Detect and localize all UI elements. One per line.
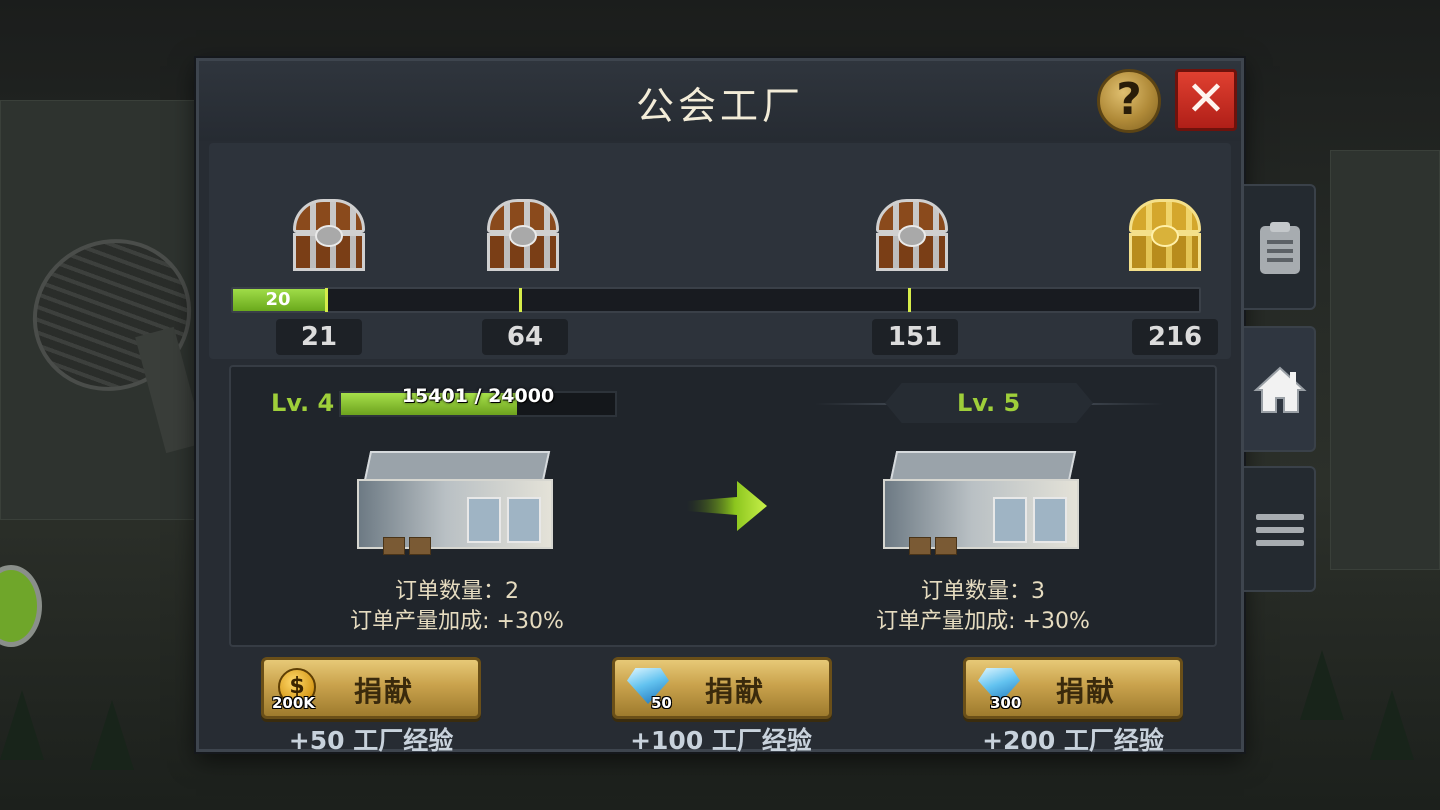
milestone-threshold: 64 (482, 319, 568, 355)
milestone-marker (325, 288, 328, 312)
reward-chest-silver[interactable] (289, 199, 369, 273)
factory-door (1033, 497, 1067, 543)
upgrade-arrow-icon (687, 481, 767, 531)
reward-progress-bar: 20 (231, 287, 1201, 313)
current-order-count: 订单数量：2 (395, 579, 519, 604)
background-tree (90, 700, 134, 770)
factory-crate (909, 537, 931, 555)
menu-icon (1256, 514, 1304, 546)
donate-gold-button[interactable]: $ 200K 捐献 (261, 657, 481, 719)
factory-door (993, 497, 1027, 543)
donate-exp-reward: +50 工厂经验 (288, 726, 454, 755)
title-bar: 公会工厂 ? ✕ (199, 61, 1241, 141)
factory-exp-bar: 15401 / 24000 (339, 385, 617, 417)
factory-roof (363, 451, 551, 481)
home-icon (1253, 366, 1307, 413)
donate-cost: 300 (990, 694, 1022, 712)
factory-building-current (357, 451, 557, 561)
help-button[interactable]: ? (1097, 69, 1161, 133)
tab-home[interactable] (1244, 326, 1316, 452)
donate-exp-reward: +100 工厂经验 (630, 726, 812, 755)
guild-factory-dialog: 公会工厂 ? ✕ 20 21 64 151 216 Lv. 4 15401 / … (196, 58, 1244, 755)
tab-clipboard[interactable] (1244, 184, 1316, 310)
background-tree (1370, 690, 1414, 760)
donate-cost: 200K (272, 694, 315, 712)
donate-label: 捐献 (354, 675, 415, 708)
side-menu-gear-button[interactable] (0, 565, 42, 647)
donate-diamond-50-button[interactable]: 50 捐献 (612, 657, 832, 719)
factory-exp-text: 15401 / 24000 (401, 385, 555, 407)
reward-chest-gold[interactable] (1125, 199, 1205, 273)
wing-emblem-icon (898, 225, 926, 247)
donate-cost: 50 (651, 694, 672, 712)
background-tree (1300, 650, 1344, 720)
milestone-threshold: 216 (1132, 319, 1218, 355)
divider-line (1083, 403, 1163, 405)
factory-door (507, 497, 541, 543)
milestone-marker (519, 288, 522, 312)
reward-chest-silver[interactable] (483, 199, 563, 273)
next-output-bonus: 订单产量加成: +30% (876, 609, 1090, 634)
wing-emblem-icon (1151, 225, 1179, 247)
background-building (1330, 150, 1440, 570)
factory-crate (409, 537, 431, 555)
donate-exp-reward: +200 工厂经验 (982, 726, 1164, 755)
factory-crate (935, 537, 957, 555)
milestone-threshold: 21 (276, 319, 362, 355)
dialog-title: 公会工厂 (635, 84, 804, 128)
milestone-marker (908, 288, 911, 312)
wing-emblem-icon (509, 225, 537, 247)
background-tree (0, 690, 44, 760)
next-order-count: 订单数量：3 (921, 579, 1045, 604)
current-output-bonus: 订单产量加成: +30% (350, 609, 564, 634)
factory-crate (383, 537, 405, 555)
wing-emblem-icon (315, 225, 343, 247)
next-level-label: Lv. 5 (957, 389, 1021, 417)
factory-building-next (883, 451, 1083, 561)
reward-progress-value: 20 (265, 289, 291, 310)
reward-chest-silver[interactable] (872, 199, 952, 273)
donate-label: 捐献 (705, 675, 766, 708)
factory-level-section: Lv. 4 15401 / 24000 Lv. 5 订单数量：2 订单产量加成:… (229, 365, 1217, 647)
donate-diamond-300-button[interactable]: 300 捐献 (963, 657, 1183, 719)
donate-label: 捐献 (1056, 675, 1117, 708)
factory-door (467, 497, 501, 543)
factory-roof (889, 451, 1077, 481)
clipboard-icon (1260, 222, 1300, 274)
reward-progress-section: 20 21 64 151 216 (209, 143, 1231, 359)
tab-menu[interactable] (1244, 466, 1316, 592)
milestone-threshold: 151 (872, 319, 958, 355)
close-button[interactable]: ✕ (1175, 69, 1237, 131)
current-level-label: Lv. 4 (271, 389, 335, 417)
divider-line (815, 403, 895, 405)
